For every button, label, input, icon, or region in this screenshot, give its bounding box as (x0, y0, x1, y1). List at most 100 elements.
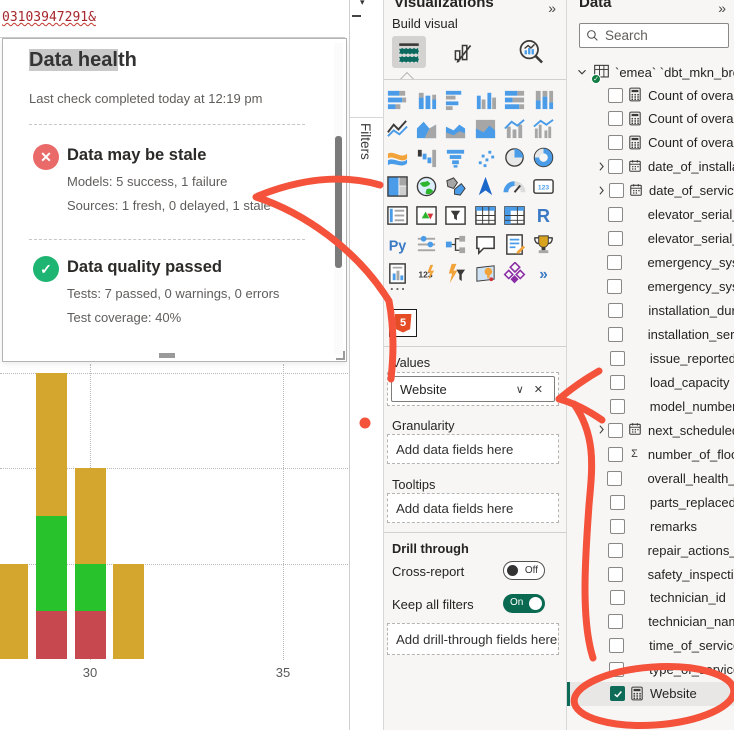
field-row-countofoveral[interactable]: Count of overal... (567, 131, 734, 155)
bar-28-gold-segment[interactable] (0, 564, 28, 660)
more-options-dots[interactable]: ... (390, 278, 407, 293)
stacked-column-chart-icon[interactable] (415, 88, 438, 111)
field-checkbox[interactable] (608, 111, 623, 126)
scrollbar-thumb[interactable] (335, 136, 342, 268)
field-checkbox[interactable] (608, 447, 623, 462)
granularity-well[interactable]: Add data fields here (387, 434, 559, 464)
tab-build-visual[interactable] (392, 36, 426, 68)
python-visual-icon[interactable]: Py (386, 233, 409, 256)
cross-report-toggle[interactable]: Off (503, 561, 545, 580)
matrix-icon[interactable] (503, 204, 526, 227)
power-bi-custom-visual-icon[interactable] (503, 262, 526, 285)
field-checkbox[interactable] (607, 255, 622, 270)
line-and-clustered-column-chart-icon[interactable] (532, 117, 555, 140)
bar-30-green-segment[interactable] (75, 564, 106, 612)
tooltips-well[interactable]: Add data fields here (387, 493, 559, 523)
field-row-emergency_syst[interactable]: emergency_syst... (567, 251, 734, 275)
field-checkbox[interactable] (610, 519, 625, 534)
bar-29-red-segment[interactable] (36, 611, 67, 659)
tab-format-visual[interactable] (448, 38, 478, 66)
chevron-right-icon[interactable] (595, 159, 608, 174)
field-row-model_number[interactable]: model_number (567, 394, 734, 418)
field-row-remarks[interactable]: remarks (567, 514, 734, 538)
multi-row-card-icon[interactable] (386, 204, 409, 227)
field-checkbox[interactable] (610, 399, 625, 414)
field-row-date_of_service[interactable]: date_of_service (567, 179, 734, 203)
bar-29-gold-segment[interactable] (36, 373, 67, 516)
field-row-technician_id[interactable]: technician_id (567, 586, 734, 610)
r-script-visual-icon[interactable]: R (532, 204, 555, 227)
search-input[interactable]: Search (579, 23, 729, 48)
field-row-installation_dur[interactable]: installation_dur... (567, 299, 734, 323)
area-chart-icon[interactable] (415, 117, 438, 140)
field-checkbox[interactable] (610, 495, 625, 510)
gauge-icon[interactable] (503, 175, 526, 198)
kpi-icon[interactable] (415, 204, 438, 227)
field-checkbox[interactable] (608, 614, 623, 629)
hundred-percent-stacked-column-chart-icon[interactable] (532, 88, 555, 111)
card-horizontal-scrollbar[interactable] (159, 353, 175, 358)
field-row-countofoveral[interactable]: Count of overal... (567, 107, 734, 131)
field-checkbox[interactable] (607, 279, 622, 294)
field-row-emergency_syst[interactable]: emergency_syst... (567, 275, 734, 299)
key-influencers-icon[interactable] (415, 233, 438, 256)
chevron-down-icon[interactable]: ∨ (511, 383, 529, 396)
clustered-bar-chart-icon[interactable] (444, 88, 467, 111)
filters-pane-collapsed[interactable]: ▾ Filters (349, 0, 383, 730)
field-chip-website[interactable]: Website ∨ ✕ (391, 376, 555, 402)
field-checkbox[interactable] (610, 351, 625, 366)
field-checkbox[interactable] (607, 471, 622, 486)
funnel-chart-icon[interactable] (444, 146, 467, 169)
drill-through-well[interactable]: Add drill-through fields here (387, 623, 559, 655)
resize-grip-icon[interactable] (336, 351, 345, 360)
hundred-percent-stacked-bar-chart-icon[interactable] (503, 88, 526, 111)
field-row-installation_serv[interactable]: installation_serv... (567, 323, 734, 347)
scatter-chart-icon[interactable] (474, 146, 497, 169)
field-checkbox[interactable] (609, 662, 624, 677)
q-and-a-icon[interactable] (474, 233, 497, 256)
field-row-time_of_service[interactable]: time_of_service (567, 634, 734, 658)
clustered-column-chart-icon[interactable] (474, 88, 497, 111)
field-checkbox[interactable] (610, 375, 625, 390)
ribbon-chart-icon[interactable] (386, 146, 409, 169)
tab-analytics[interactable] (516, 38, 546, 66)
field-checkbox[interactable] (609, 638, 624, 653)
stacked-area-chart-icon[interactable] (444, 117, 467, 140)
field-row-overall_health_c[interactable]: overall_health_c... (567, 466, 734, 490)
field-row-countofoveral[interactable]: Count of overal... (567, 83, 734, 107)
field-row-load_capacity[interactable]: load_capacity (567, 370, 734, 394)
field-checkbox[interactable] (608, 135, 623, 150)
field-checkbox[interactable] (608, 567, 623, 582)
field-row-next_scheduled[interactable]: next_scheduled... (567, 418, 734, 442)
remove-field-icon[interactable]: ✕ (529, 383, 548, 396)
field-checkbox[interactable] (608, 88, 623, 103)
donut-chart-icon[interactable] (532, 146, 555, 169)
expand-filters-icon[interactable] (352, 15, 361, 17)
treemap-icon[interactable] (386, 175, 409, 198)
decomposition-tree-icon[interactable] (444, 233, 467, 256)
hundred-percent-stacked-area-chart-icon[interactable] (474, 117, 497, 140)
line-chart-icon[interactable] (386, 117, 409, 140)
chevron-right-icon[interactable] (595, 183, 608, 198)
field-row-parts_replaced[interactable]: parts_replaced (567, 490, 734, 514)
field-row-issue_reported[interactable]: issue_reported (567, 346, 734, 370)
field-checkbox[interactable] (610, 590, 625, 605)
filters-pane-label[interactable]: Filters (358, 123, 373, 160)
field-row-technician_name[interactable]: technician_name (567, 610, 734, 634)
smart-narrative-icon[interactable] (503, 233, 526, 256)
field-row-safety_inspectio[interactable]: safety_inspectio... (567, 562, 734, 586)
bar-30-gold-segment[interactable] (75, 468, 106, 564)
chevron-down-icon[interactable] (575, 65, 589, 79)
html-content-visual-selected[interactable]: 5 (389, 309, 417, 337)
field-row-elevator_serial_[interactable]: elevator_serial_... (567, 227, 734, 251)
field-checkbox[interactable] (609, 183, 624, 198)
card-icon[interactable]: 123 (532, 175, 555, 198)
power-automate-icon[interactable] (444, 262, 467, 285)
table-icon[interactable] (474, 204, 497, 227)
field-checkbox[interactable] (610, 686, 625, 701)
slicer-icon[interactable] (444, 204, 467, 227)
field-checkbox[interactable] (608, 327, 623, 342)
metrics-icon[interactable] (532, 233, 555, 256)
pie-chart-icon[interactable] (503, 146, 526, 169)
field-checkbox[interactable] (608, 159, 623, 174)
